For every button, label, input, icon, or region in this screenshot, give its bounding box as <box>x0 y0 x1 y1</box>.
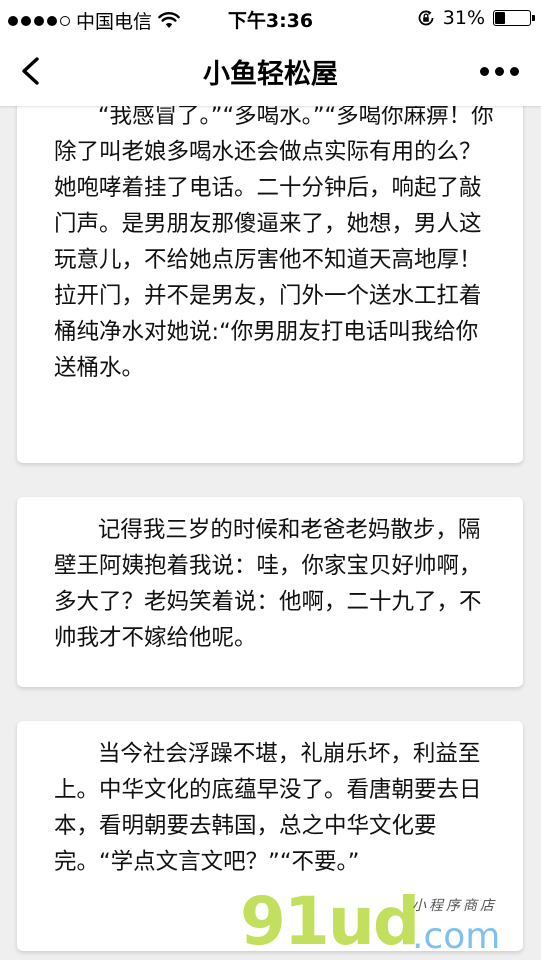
watermark-logo: 91ud <box>240 883 420 960</box>
joke-card[interactable]: “我感冒了。”“多喝水。”“多喝你麻痹！你除了叫老娘多喝水还会做点实际有用的么？… <box>17 96 523 463</box>
orientation-lock-icon <box>418 10 434 26</box>
nav-bar: 小鱼轻松屋 <box>0 36 541 106</box>
watermark-suffix: .com <box>412 916 501 957</box>
page-title: 小鱼轻松屋 <box>203 59 338 90</box>
battery-percent: 31% <box>442 7 485 29</box>
battery-fill <box>495 12 505 24</box>
watermark-tagline: 小程序商店 <box>412 898 497 914</box>
joke-text: 记得我三岁的时候和老爸老妈散步，隔壁王阿姨抱着我说：哇，你家宝贝好帅啊，多大了？… <box>54 517 482 651</box>
joke-text: 当今社会浮躁不堪，礼崩乐坏，利益至上。中华文化的底蕴早没了。看唐朝要去日本，看明… <box>54 741 482 875</box>
joke-card[interactable]: 记得我三岁的时候和老爸老妈散步，隔壁王阿姨抱着我说：哇，你家宝贝好帅啊，多大了？… <box>17 497 523 687</box>
more-dots-icon[interactable] <box>480 67 519 76</box>
joke-text: “我感冒了。”“多喝水。”“多喝你麻痹！你除了叫老娘多喝水还会做点实际有用的么？… <box>54 103 494 381</box>
status-bar: 中国电信 下午3:36 31% <box>0 0 541 36</box>
battery-icon <box>493 10 535 26</box>
status-right: 31% <box>417 7 535 29</box>
watermark: 91ud 小程序商店 .com <box>240 887 535 960</box>
